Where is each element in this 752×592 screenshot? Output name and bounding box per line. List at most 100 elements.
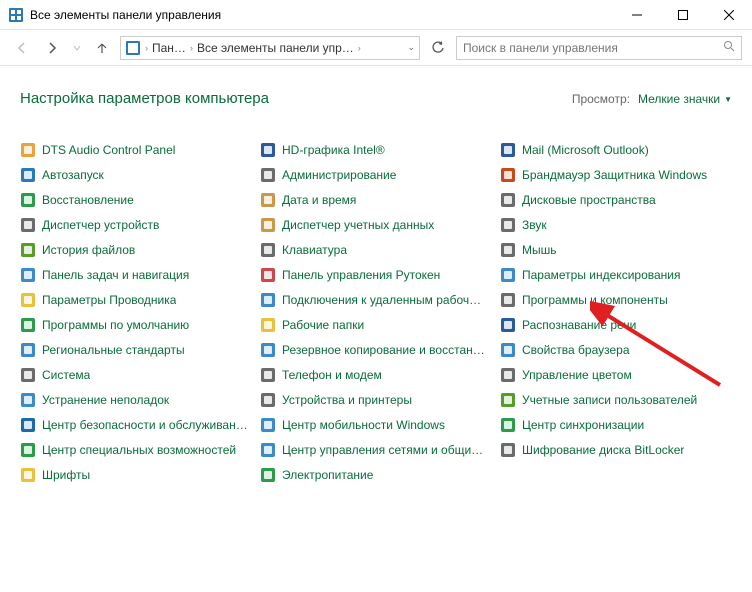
item-label: Администрирование bbox=[282, 168, 396, 182]
item-label: Мышь bbox=[522, 243, 557, 257]
up-button[interactable] bbox=[90, 36, 114, 60]
item-icon bbox=[260, 292, 276, 308]
search-icon bbox=[723, 40, 735, 55]
control-panel-item[interactable]: Шрифты bbox=[20, 466, 260, 484]
search-box[interactable] bbox=[456, 36, 742, 60]
item-label: Клавиатура bbox=[282, 243, 347, 257]
control-panel-item[interactable]: Устранение неполадок bbox=[20, 391, 260, 409]
forward-button[interactable] bbox=[40, 36, 64, 60]
refresh-button[interactable] bbox=[426, 36, 450, 60]
item-icon bbox=[20, 317, 36, 333]
item-label: Параметры Проводника bbox=[42, 293, 176, 307]
item-icon bbox=[260, 467, 276, 483]
item-label: HD-графика Intel® bbox=[282, 143, 385, 157]
item-icon bbox=[500, 392, 516, 408]
item-icon bbox=[260, 442, 276, 458]
item-icon bbox=[20, 192, 36, 208]
control-panel-item[interactable]: Диспетчер устройств bbox=[20, 216, 260, 234]
control-panel-item[interactable]: Диспетчер учетных данных bbox=[260, 216, 500, 234]
control-panel-item[interactable]: Система bbox=[20, 366, 260, 384]
item-icon bbox=[260, 317, 276, 333]
item-label: Центр синхронизации bbox=[522, 418, 644, 432]
control-panel-item[interactable]: Администрирование bbox=[260, 166, 500, 184]
control-panel-item[interactable]: Дата и время bbox=[260, 191, 500, 209]
item-icon bbox=[20, 442, 36, 458]
control-panel-item[interactable]: Резервное копирование и восстан… bbox=[260, 341, 500, 359]
control-panel-item[interactable]: Восстановление bbox=[20, 191, 260, 209]
control-panel-item[interactable]: Центр мобильности Windows bbox=[260, 416, 500, 434]
control-panel-item[interactable]: Центр управления сетями и общи… bbox=[260, 441, 500, 459]
control-panel-item[interactable]: Программы по умолчанию bbox=[20, 316, 260, 334]
item-label: Центр управления сетями и общи… bbox=[282, 443, 483, 457]
item-label: DTS Audio Control Panel bbox=[42, 143, 175, 157]
control-panel-item[interactable]: Панель задач и навигация bbox=[20, 266, 260, 284]
item-icon bbox=[500, 167, 516, 183]
control-panel-item[interactable]: Звук bbox=[500, 216, 740, 234]
item-label: Диспетчер устройств bbox=[42, 218, 159, 232]
control-panel-item[interactable]: Центр специальных возможностей bbox=[20, 441, 260, 459]
item-icon bbox=[20, 342, 36, 358]
item-label: Дисковые пространства bbox=[522, 193, 656, 207]
item-icon bbox=[260, 217, 276, 233]
control-panel-item[interactable]: Центр безопасности и обслуживан… bbox=[20, 416, 260, 434]
control-panel-icon bbox=[8, 7, 24, 23]
control-panel-item[interactable]: Управление цветом bbox=[500, 366, 740, 384]
control-panel-item[interactable]: Устройства и принтеры bbox=[260, 391, 500, 409]
control-panel-item[interactable]: Рабочие папки bbox=[260, 316, 500, 334]
breadcrumb-dropdown-icon[interactable]: ⌄ bbox=[407, 42, 415, 53]
breadcrumb-part[interactable]: Все элементы панели упр… bbox=[197, 41, 354, 55]
control-panel-item[interactable]: Клавиатура bbox=[260, 241, 500, 259]
item-label: Центр специальных возможностей bbox=[42, 443, 236, 457]
item-label: История файлов bbox=[42, 243, 135, 257]
control-panel-item[interactable]: Подключения к удаленным рабоч… bbox=[260, 291, 500, 309]
titlebar: Все элементы панели управления bbox=[0, 0, 752, 30]
control-panel-item[interactable]: История файлов bbox=[20, 241, 260, 259]
control-panel-item[interactable]: Брандмауэр Защитника Windows bbox=[500, 166, 740, 184]
item-label: Свойства браузера bbox=[522, 343, 630, 357]
view-selector[interactable]: Мелкие значки ▼ bbox=[638, 92, 732, 106]
item-icon bbox=[500, 292, 516, 308]
maximize-button[interactable] bbox=[660, 0, 706, 30]
control-panel-item[interactable]: Региональные стандарты bbox=[20, 341, 260, 359]
control-panel-item[interactable]: Телефон и модем bbox=[260, 366, 500, 384]
item-icon bbox=[260, 242, 276, 258]
control-panel-item[interactable]: DTS Audio Control Panel bbox=[20, 141, 260, 159]
item-icon bbox=[260, 167, 276, 183]
control-panel-item[interactable]: Автозапуск bbox=[20, 166, 260, 184]
item-label: Параметры индексирования bbox=[522, 268, 680, 282]
item-icon bbox=[260, 267, 276, 283]
recent-dropdown[interactable] bbox=[70, 36, 84, 60]
control-panel-item[interactable]: Параметры индексирования bbox=[500, 266, 740, 284]
control-panel-item[interactable]: Параметры Проводника bbox=[20, 291, 260, 309]
search-input[interactable] bbox=[463, 41, 735, 55]
control-panel-item[interactable]: Mail (Microsoft Outlook) bbox=[500, 141, 740, 159]
control-panel-item[interactable]: HD-графика Intel® bbox=[260, 141, 500, 159]
item-label: Mail (Microsoft Outlook) bbox=[522, 143, 649, 157]
item-label: Программы по умолчанию bbox=[42, 318, 189, 332]
item-label: Управление цветом bbox=[522, 368, 632, 382]
close-button[interactable] bbox=[706, 0, 752, 30]
control-panel-item[interactable]: Электропитание bbox=[260, 466, 500, 484]
item-label: Шрифты bbox=[42, 468, 90, 482]
item-label: Диспетчер учетных данных bbox=[282, 218, 434, 232]
content-header: Настройка параметров компьютера Просмотр… bbox=[0, 66, 752, 117]
control-panel-item[interactable]: Распознавание речи bbox=[500, 316, 740, 334]
item-label: Телефон и модем bbox=[282, 368, 382, 382]
control-panel-item[interactable]: Дисковые пространства bbox=[500, 191, 740, 209]
chevron-right-icon: › bbox=[143, 43, 150, 53]
control-panel-item[interactable]: Свойства браузера bbox=[500, 341, 740, 359]
control-panel-item[interactable]: Учетные записи пользователей bbox=[500, 391, 740, 409]
breadcrumb[interactable]: › Пан… › Все элементы панели упр… › ⌄ bbox=[120, 36, 420, 60]
control-panel-item[interactable]: Шифрование диска BitLocker bbox=[500, 441, 740, 459]
item-label: Учетные записи пользователей bbox=[522, 393, 697, 407]
control-panel-item[interactable]: Мышь bbox=[500, 241, 740, 259]
back-button[interactable] bbox=[10, 36, 34, 60]
control-panel-item[interactable]: Панель управления Рутокен bbox=[260, 266, 500, 284]
item-icon bbox=[20, 292, 36, 308]
control-panel-item[interactable]: Программы и компоненты bbox=[500, 291, 740, 309]
item-label: Электропитание bbox=[282, 468, 373, 482]
minimize-button[interactable] bbox=[614, 0, 660, 30]
breadcrumb-part[interactable]: Пан… bbox=[152, 41, 186, 55]
control-panel-item[interactable]: Центр синхронизации bbox=[500, 416, 740, 434]
item-label: Устранение неполадок bbox=[42, 393, 169, 407]
